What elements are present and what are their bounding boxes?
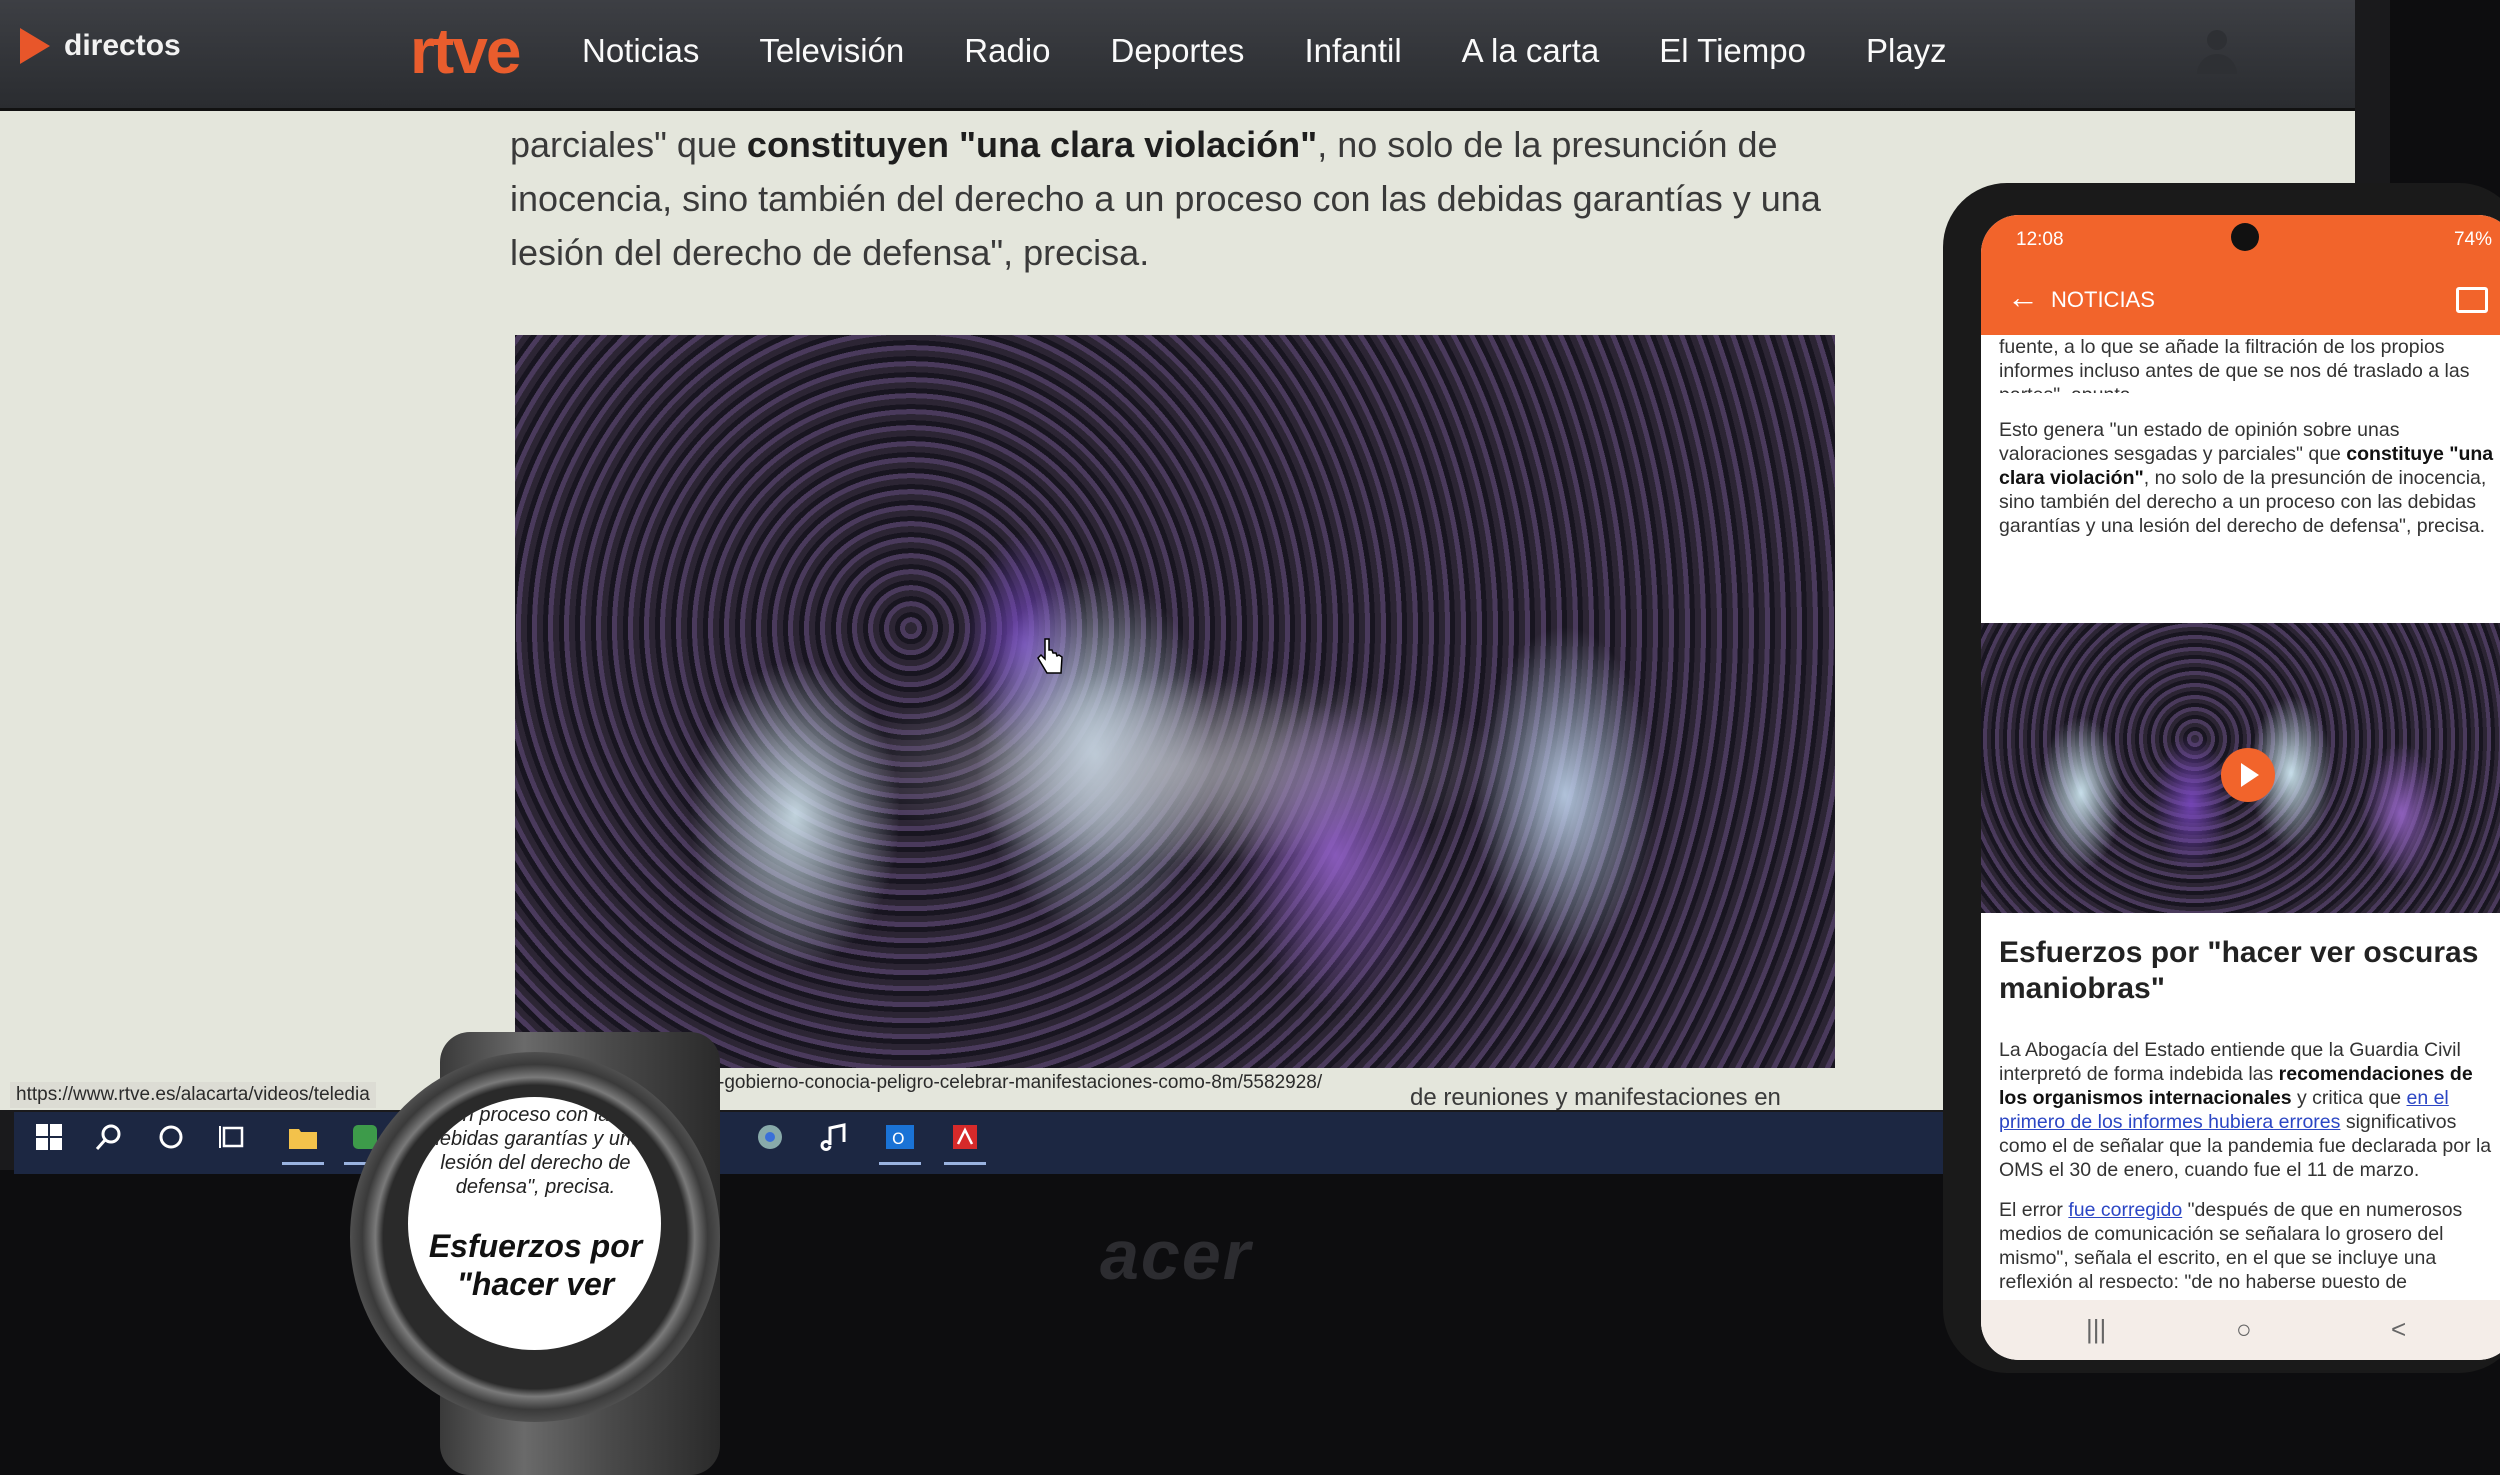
app-bar: ← NOTICIAS <box>1981 263 2500 335</box>
front-camera <box>2231 223 2259 251</box>
home-button[interactable]: ○ <box>2236 1314 2252 1345</box>
watch-article-text: un proceso con las debidas garantías y u… <box>428 1104 643 1198</box>
main-nav: Noticias Televisión Radio Deportes Infan… <box>582 32 1947 70</box>
app-bar-title: NOTICIAS <box>2051 287 2155 312</box>
windows-taskbar: O <box>14 1112 1944 1174</box>
article-line-3: lesión del derecho de defensa", precisa. <box>510 232 1150 273</box>
watch-heading: Esfuerzos por "hacer ver <box>428 1228 643 1302</box>
monitor-brand-logo: acer <box>1100 1216 1253 1294</box>
nav-noticias[interactable]: Noticias <box>582 32 699 70</box>
article-line-2: inocencia, sino también del derecho a un… <box>510 178 1821 219</box>
phone-paragraph-1: fuente, a lo que se añade la filtración … <box>1999 336 2470 393</box>
nav-el-tiempo[interactable]: El Tiempo <box>1659 32 1806 70</box>
smartphone: 12:08 74% ← NOTICIAS fuente, a lo que se… <box>1943 183 2500 1373</box>
nav-radio[interactable]: Radio <box>964 32 1050 70</box>
status-battery: 74% <box>2453 229 2492 250</box>
live-button[interactable]: directos <box>20 28 181 64</box>
windows-icon[interactable] <box>28 1122 70 1162</box>
search-icon[interactable] <box>88 1122 130 1162</box>
file-explorer-icon[interactable] <box>282 1122 324 1165</box>
outlook-icon[interactable]: O <box>879 1122 921 1165</box>
music-icon[interactable] <box>814 1122 856 1162</box>
watch-screen: un proceso con las debidas garantías y u… <box>408 1097 661 1350</box>
article-photo[interactable] <box>515 335 1835 1068</box>
phone-screen: 12:08 74% ← NOTICIAS fuente, a lo que se… <box>1981 215 2500 1360</box>
cast-icon[interactable] <box>2456 287 2488 313</box>
rtve-logo[interactable]: rtve <box>410 14 521 88</box>
article-text-tail: de reuniones y manifestaciones en <box>1410 1084 1781 1110</box>
recent-apps-button[interactable]: ||| <box>2086 1314 2106 1345</box>
link-fue-corregido[interactable]: fue corregido <box>2068 1199 2182 1221</box>
user-icon[interactable] <box>2195 30 2239 78</box>
phone-paragraph-2: Esto genera "un estado de opinión sobre … <box>1999 419 2494 537</box>
pdf-icon[interactable] <box>944 1122 986 1165</box>
chrome-icon[interactable] <box>749 1122 791 1162</box>
nav-infantil[interactable]: Infantil <box>1304 32 1401 70</box>
article-text: parciales" que constituyen "una clara vi… <box>510 118 1910 280</box>
article-line-1: parciales" que constituyen "una clara vi… <box>510 124 1778 165</box>
nav-playz[interactable]: Playz <box>1866 32 1947 70</box>
android-nav-bar: ||| ○ < <box>1981 1300 2500 1360</box>
nav-a-la-carta[interactable]: A la carta <box>1462 32 1600 70</box>
phone-section-heading: Esfuerzos por "hacer ver oscuras maniobr… <box>1999 936 2479 1005</box>
nav-television[interactable]: Televisión <box>759 32 904 70</box>
status-bar-url-end: gura-gobierno-conocia-peligro-celebrar-m… <box>680 1072 1323 1093</box>
status-bar-url: https://www.rtve.es/alacarta/videos/tele… <box>10 1082 376 1108</box>
back-button[interactable]: < <box>2391 1314 2406 1345</box>
svg-text:O: O <box>892 1129 905 1148</box>
phone-status-bar: 12:08 74% <box>1981 215 2500 263</box>
play-button-icon[interactable] <box>2221 748 2275 802</box>
task-view-icon[interactable] <box>212 1122 254 1162</box>
rtve-navbar: directos rtve Noticias Televisión Radio … <box>0 0 2355 111</box>
phone-paragraph-4: El error fue corregido "después de que e… <box>1999 1199 2463 1288</box>
status-time: 12:08 <box>2016 229 2064 250</box>
nav-deportes[interactable]: Deportes <box>1111 32 1245 70</box>
play-icon <box>20 28 50 64</box>
phone-video-thumbnail[interactable] <box>1981 623 2500 913</box>
back-arrow-icon[interactable]: ← <box>2007 279 2039 316</box>
live-label: directos <box>64 29 181 62</box>
cortana-icon[interactable] <box>150 1122 192 1162</box>
hand-cursor-icon <box>1037 638 1063 674</box>
phone-paragraph-3: La Abogacía del Estado entiende que la G… <box>1999 1039 2492 1181</box>
